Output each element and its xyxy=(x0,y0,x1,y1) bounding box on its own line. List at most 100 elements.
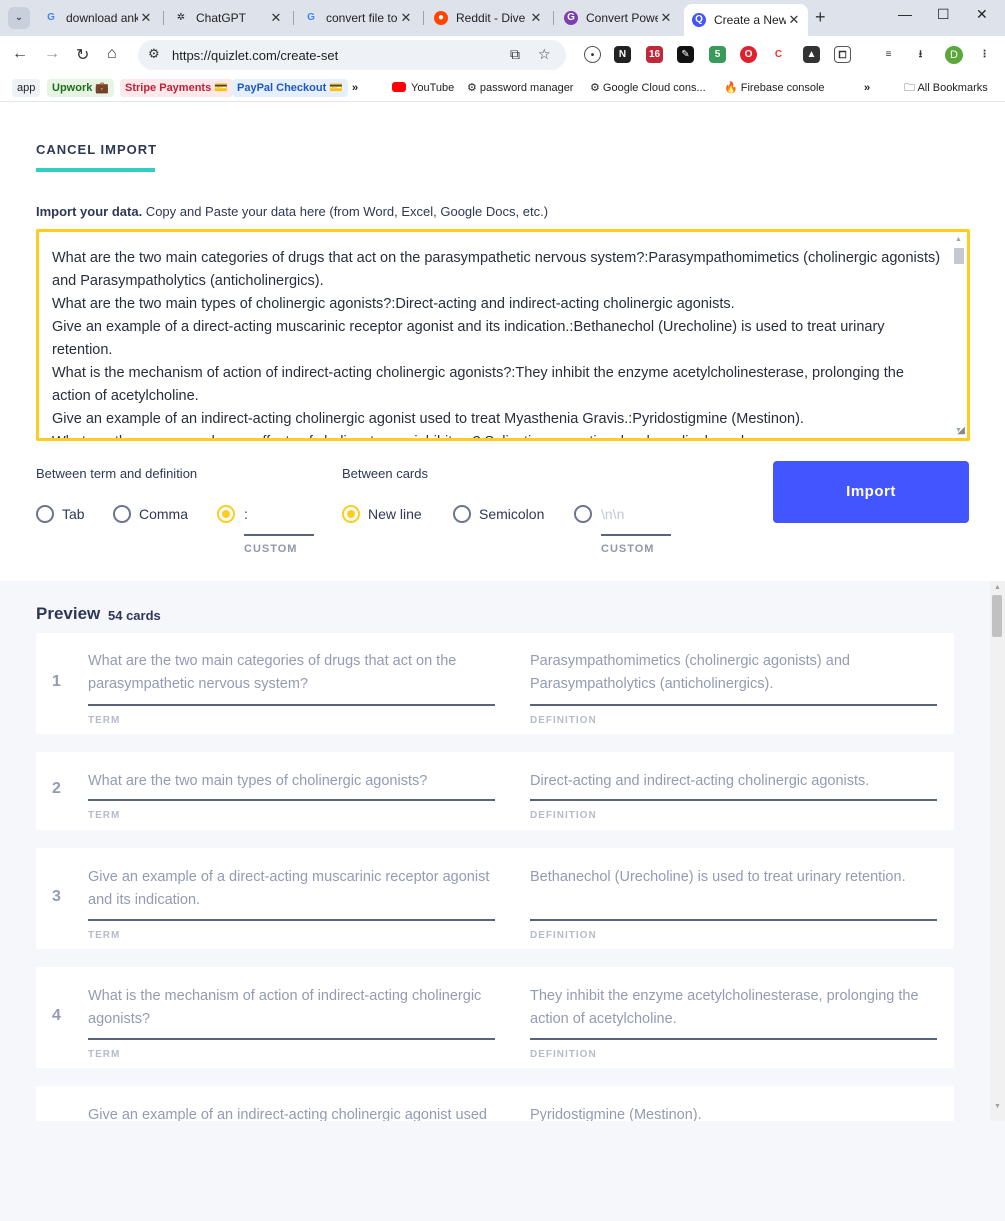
forward-icon[interactable]: → xyxy=(44,45,60,63)
site-info-icon[interactable]: ⚙ xyxy=(148,46,160,62)
reading-list-icon[interactable]: ≡ xyxy=(880,46,897,63)
custom-cards-separator-input[interactable]: \n\n xyxy=(601,502,671,536)
card-definition-text[interactable]: Pyridostigmine (Mestinon). xyxy=(530,1104,937,1121)
import-data-textarea[interactable]: What are the two main categories of drug… xyxy=(36,229,970,441)
radio-comma-label[interactable]: Comma xyxy=(139,506,188,522)
tab-divider xyxy=(423,11,424,25)
extensions-puzzle-icon[interactable]: ⧠ xyxy=(834,46,851,63)
install-app-icon[interactable]: ⧉ xyxy=(510,46,520,63)
close-tab-icon[interactable]: ✕ xyxy=(658,10,674,26)
bookmark-app[interactable]: app xyxy=(12,79,41,97)
cloud-icon: ⚙ xyxy=(590,82,603,94)
opera-icon[interactable]: O xyxy=(740,46,757,63)
card-term-text[interactable]: Give an example of a direct-acting musca… xyxy=(88,866,495,912)
card-definition-text[interactable]: Parasympathomimetics (cholinergic agonis… xyxy=(530,650,937,696)
quizlet-icon: Q xyxy=(692,13,706,27)
extension-icon[interactable]: • xyxy=(584,46,601,63)
bookmark-label: All Bookmarks xyxy=(917,82,988,94)
tab-download-anki[interactable]: G download anki ✕ xyxy=(36,5,160,31)
maximize-icon[interactable]: ☐ xyxy=(937,6,950,23)
cancel-import-link[interactable]: CANCEL IMPORT xyxy=(36,142,157,157)
youtube-icon xyxy=(392,82,406,92)
textarea-scrollbar[interactable]: ▲ ▼ xyxy=(954,236,964,434)
tab-convert-file[interactable]: G convert file to ✕ xyxy=(296,5,420,31)
card-term-text[interactable]: What is the mechanism of action of indir… xyxy=(88,985,495,1031)
tab-title: Create a New xyxy=(714,13,786,27)
extension-icon[interactable]: ▲ xyxy=(803,46,820,63)
download-icon[interactable]: ⭳ xyxy=(912,46,929,63)
bookmark-google-cloud[interactable]: ⚙ Google Cloud cons... xyxy=(590,79,706,97)
definition-underline xyxy=(530,1038,937,1040)
page-scrollbar[interactable]: ▲ ▼ xyxy=(990,581,1005,1121)
more-menu-icon[interactable]: ⋮ xyxy=(976,46,993,63)
tab-title: download anki xyxy=(66,11,138,25)
extension-badge-icon[interactable]: 5 xyxy=(709,46,726,63)
textarea-scroll-thumb[interactable] xyxy=(954,248,964,264)
extension-badge-icon[interactable]: 16 xyxy=(646,46,663,63)
notion-icon[interactable]: N xyxy=(614,46,631,63)
card-definition-text[interactable]: Direct-acting and indirect-acting cholin… xyxy=(530,770,937,793)
reddit-icon: ● xyxy=(434,11,448,25)
radio-tab-label[interactable]: Tab xyxy=(62,506,85,522)
reload-icon[interactable]: ↻ xyxy=(76,45,89,65)
bookmarks-bar: app Upwork 💼 Stripe Payments 💳 PayPal Ch… xyxy=(0,74,1005,102)
profile-avatar[interactable]: D xyxy=(945,46,963,64)
radio-comma[interactable] xyxy=(113,505,131,523)
radio-custom-term[interactable] xyxy=(217,505,235,523)
bookmark-youtube[interactable]: YouTube xyxy=(392,79,454,97)
import-label-bold: Import your data. xyxy=(36,204,143,219)
page-scroll-thumb[interactable] xyxy=(992,595,1002,637)
scroll-up-arrow-icon[interactable]: ▲ xyxy=(955,236,962,243)
card-term-text[interactable]: Give an example of an indirect-acting ch… xyxy=(88,1104,495,1121)
extension-icon[interactable]: C xyxy=(770,46,787,63)
scroll-up-arrow-icon[interactable]: ▲ xyxy=(994,584,1001,591)
radio-new-line-label[interactable]: New line xyxy=(368,506,422,522)
bookmark-password-manager[interactable]: ⚙ password manager xyxy=(467,79,573,97)
bookmark-stripe[interactable]: Stripe Payments 💳 xyxy=(120,79,233,97)
close-tab-icon[interactable]: ✕ xyxy=(786,12,802,28)
close-tab-icon[interactable]: ✕ xyxy=(138,10,154,26)
bookmark-star-icon[interactable]: ☆ xyxy=(538,46,551,63)
textarea-content[interactable]: What are the two main categories of drug… xyxy=(52,247,942,438)
all-bookmarks[interactable]: 🗀 All Bookmarks xyxy=(904,79,988,97)
definition-caption: DEFINITION xyxy=(530,810,597,821)
extension-icon[interactable]: ✎ xyxy=(677,46,694,63)
bookmark-firebase[interactable]: 🔥 Firebase console xyxy=(724,79,825,97)
url-text[interactable]: https://quizlet.com/create-set xyxy=(172,48,338,63)
radio-tab[interactable] xyxy=(36,505,54,523)
back-icon[interactable]: ← xyxy=(12,45,28,63)
close-tab-icon[interactable]: ✕ xyxy=(528,10,544,26)
home-icon[interactable]: ⌂ xyxy=(107,45,117,63)
term-caption: TERM xyxy=(88,810,121,821)
bookmark-paypal[interactable]: PayPal Checkout 💳 xyxy=(232,79,349,97)
tab-title: Convert Power xyxy=(586,11,658,25)
radio-semicolon[interactable] xyxy=(453,505,471,523)
bookmark-upwork[interactable]: Upwork 💼 xyxy=(47,79,115,97)
close-tab-icon[interactable]: ✕ xyxy=(398,10,414,26)
radio-new-line[interactable] xyxy=(342,505,360,523)
card-definition-text[interactable]: They inhibit the enzyme acetylcholineste… xyxy=(530,985,937,1031)
close-tab-icon[interactable]: ✕ xyxy=(268,10,284,26)
radio-custom-cards[interactable] xyxy=(574,505,592,523)
radio-semicolon-label[interactable]: Semicolon xyxy=(479,506,544,522)
resize-handle-icon[interactable]: ◢ xyxy=(957,425,965,436)
definition-underline xyxy=(530,919,937,921)
close-window-icon[interactable]: ✕ xyxy=(976,6,988,23)
minimize-icon[interactable]: — xyxy=(898,6,912,22)
bookmarks-overflow-icon[interactable]: » xyxy=(864,79,870,97)
tab-create-set[interactable]: Q Create a New ✕ xyxy=(684,4,808,36)
bookmarks-overflow-icon[interactable]: » xyxy=(352,79,358,97)
address-bar[interactable]: ⚙ https://quizlet.com/create-set ⧉ ☆ xyxy=(138,40,566,70)
card-term-text[interactable]: What are the two main categories of drug… xyxy=(88,650,495,696)
tab-search-icon[interactable]: ⌄ xyxy=(8,7,30,29)
import-button[interactable]: Import xyxy=(773,461,969,523)
scroll-down-arrow-icon[interactable]: ▼ xyxy=(994,1103,1001,1110)
term-underline xyxy=(88,1038,495,1040)
custom-term-separator-input[interactable]: : xyxy=(244,502,314,536)
tab-convert-power[interactable]: G Convert Power ✕ xyxy=(556,5,680,31)
card-definition-text[interactable]: Bethanechol (Urecholine) is used to trea… xyxy=(530,866,937,889)
new-tab-button[interactable]: + xyxy=(815,7,826,28)
card-term-text[interactable]: What are the two main types of cholinerg… xyxy=(88,770,495,793)
tab-reddit[interactable]: ● Reddit - Dive i ✕ xyxy=(426,5,550,31)
tab-chatgpt[interactable]: ✲ ChatGPT ✕ xyxy=(166,5,290,31)
